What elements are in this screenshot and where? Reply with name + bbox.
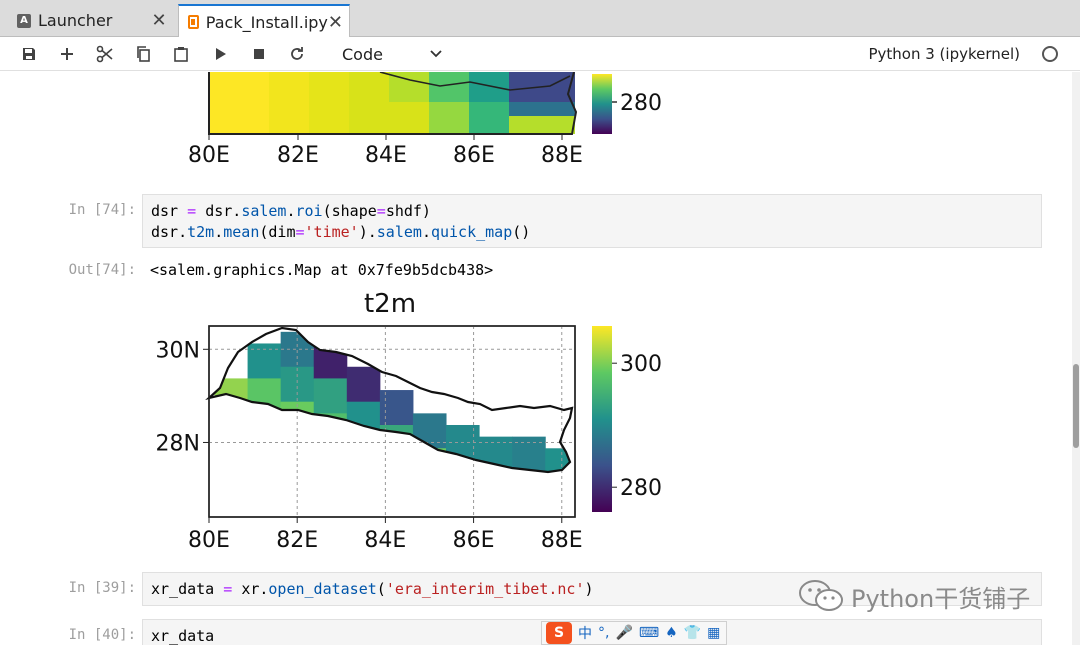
add-icon[interactable] — [56, 43, 78, 65]
tab-bar: A Launcher ✕ Pack_Install.ipy ✕ — [0, 0, 1080, 38]
cell-prompt: In [39]: — [68, 580, 136, 596]
heatmap-cell — [512, 436, 546, 472]
tab-launcher[interactable]: A Launcher ✕ — [8, 4, 174, 37]
kernel-status-icon — [1042, 46, 1058, 62]
x-tick-label: 88E — [541, 143, 583, 168]
y-tick-label: 30N — [156, 338, 200, 363]
restart-icon[interactable] — [286, 43, 308, 65]
ime-toolbar[interactable]: S 中 °, 🎤 ⌨ ♠ 👕 ▦ — [541, 621, 727, 645]
output-prompt: Out[74]: — [68, 262, 136, 278]
tab-label: Pack_Install.ipy — [205, 12, 328, 32]
cell-prompt: In [40]: — [68, 627, 136, 643]
scrollbar-thumb[interactable] — [1073, 364, 1079, 448]
chevron-down-icon — [430, 50, 442, 58]
notebook-panel: 280 80E 82E 84E 86E 88E In [74]: dsr = d… — [0, 72, 1072, 645]
copy-icon[interactable] — [132, 43, 154, 65]
ime-chinese-mode[interactable]: 中 — [578, 623, 592, 643]
previous-map-output: 280 80E 82E 84E 86E 88E — [188, 72, 662, 168]
kernel-name[interactable]: Python 3 (ipykernel) — [868, 45, 1020, 63]
tab-label: Launcher — [38, 11, 113, 30]
skin-icon[interactable]: 👕 — [684, 625, 701, 641]
run-icon[interactable] — [210, 43, 232, 65]
x-tick-label: 88E — [541, 528, 583, 550]
ime-logo-icon[interactable]: S — [546, 622, 572, 644]
heatmap-cell — [313, 378, 348, 414]
colorbar — [592, 326, 612, 512]
paste-icon[interactable] — [170, 43, 192, 65]
chart-title: t2m — [364, 290, 416, 319]
heatmap-cell — [379, 390, 414, 426]
heatmap-cell — [346, 366, 381, 403]
stop-icon[interactable] — [248, 43, 270, 65]
x-tick-label: 80E — [188, 143, 230, 168]
x-tick-label: 82E — [277, 143, 319, 168]
menu-icon[interactable]: ▦ — [707, 625, 720, 641]
cell-type-value: Code — [342, 44, 383, 64]
x-tick-label: 84E — [364, 528, 406, 550]
save-icon[interactable] — [18, 43, 40, 65]
previous-map-cells — [209, 72, 575, 134]
wechat-icon — [799, 580, 843, 611]
colorbar-tick: 280 — [620, 91, 662, 116]
microphone-icon[interactable]: 🎤 — [615, 625, 632, 641]
x-tick-label: 86E — [453, 528, 495, 550]
colorbar-tick-label: 280 — [620, 476, 662, 501]
scrollbar[interactable] — [1072, 72, 1080, 645]
heatmap-cell — [247, 343, 282, 379]
notebook-toolbar: Code Python 3 (ipykernel) — [0, 37, 1080, 119]
watermark-text: Python干货铺子 — [851, 584, 1031, 613]
x-tick-label: 82E — [276, 528, 318, 550]
t2m-map-chart: t2m 80E 82E 84E 86E 88E 30N 28N 300 280 — [156, 290, 662, 550]
tab-pack-install[interactable]: Pack_Install.ipy ✕ — [178, 4, 350, 38]
y-tick-label: 28N — [156, 431, 200, 456]
code-cell-74[interactable]: dsr = dsr.salem.roi(shape=shdf) dsr.t2m.… — [142, 194, 1042, 248]
x-tick-label: 80E — [188, 528, 230, 550]
heatmap-cell — [280, 366, 315, 403]
keyboard-icon[interactable]: ⌨ — [639, 625, 659, 641]
tools-icon[interactable]: ♠ — [665, 625, 678, 641]
ime-punctuation-icon[interactable]: °, — [598, 625, 609, 641]
y-ticks: 30N 28N — [156, 338, 209, 456]
close-icon[interactable]: ✕ — [150, 10, 168, 31]
watermark: Python干货铺子 — [797, 578, 1030, 614]
output-text: <salem.graphics.Map at 0x7fe9b5dcb438> — [150, 261, 494, 279]
colorbar-ticks: 300 280 — [612, 352, 662, 501]
previous-x-ticks: 80E 82E 84E 86E 88E — [188, 134, 583, 168]
cut-icon[interactable] — [94, 43, 116, 65]
cell-prompt: In [74]: — [68, 202, 136, 218]
x-ticks: 80E 82E 84E 86E 88E — [188, 517, 583, 550]
notebook-icon — [188, 15, 199, 29]
launcher-icon: A — [17, 13, 31, 28]
cell-type-select[interactable]: Code — [342, 44, 442, 64]
close-icon[interactable]: ✕ — [328, 12, 343, 33]
colorbar-tick-label: 300 — [620, 352, 662, 377]
x-tick-label: 84E — [365, 143, 407, 168]
x-tick-label: 86E — [453, 143, 495, 168]
